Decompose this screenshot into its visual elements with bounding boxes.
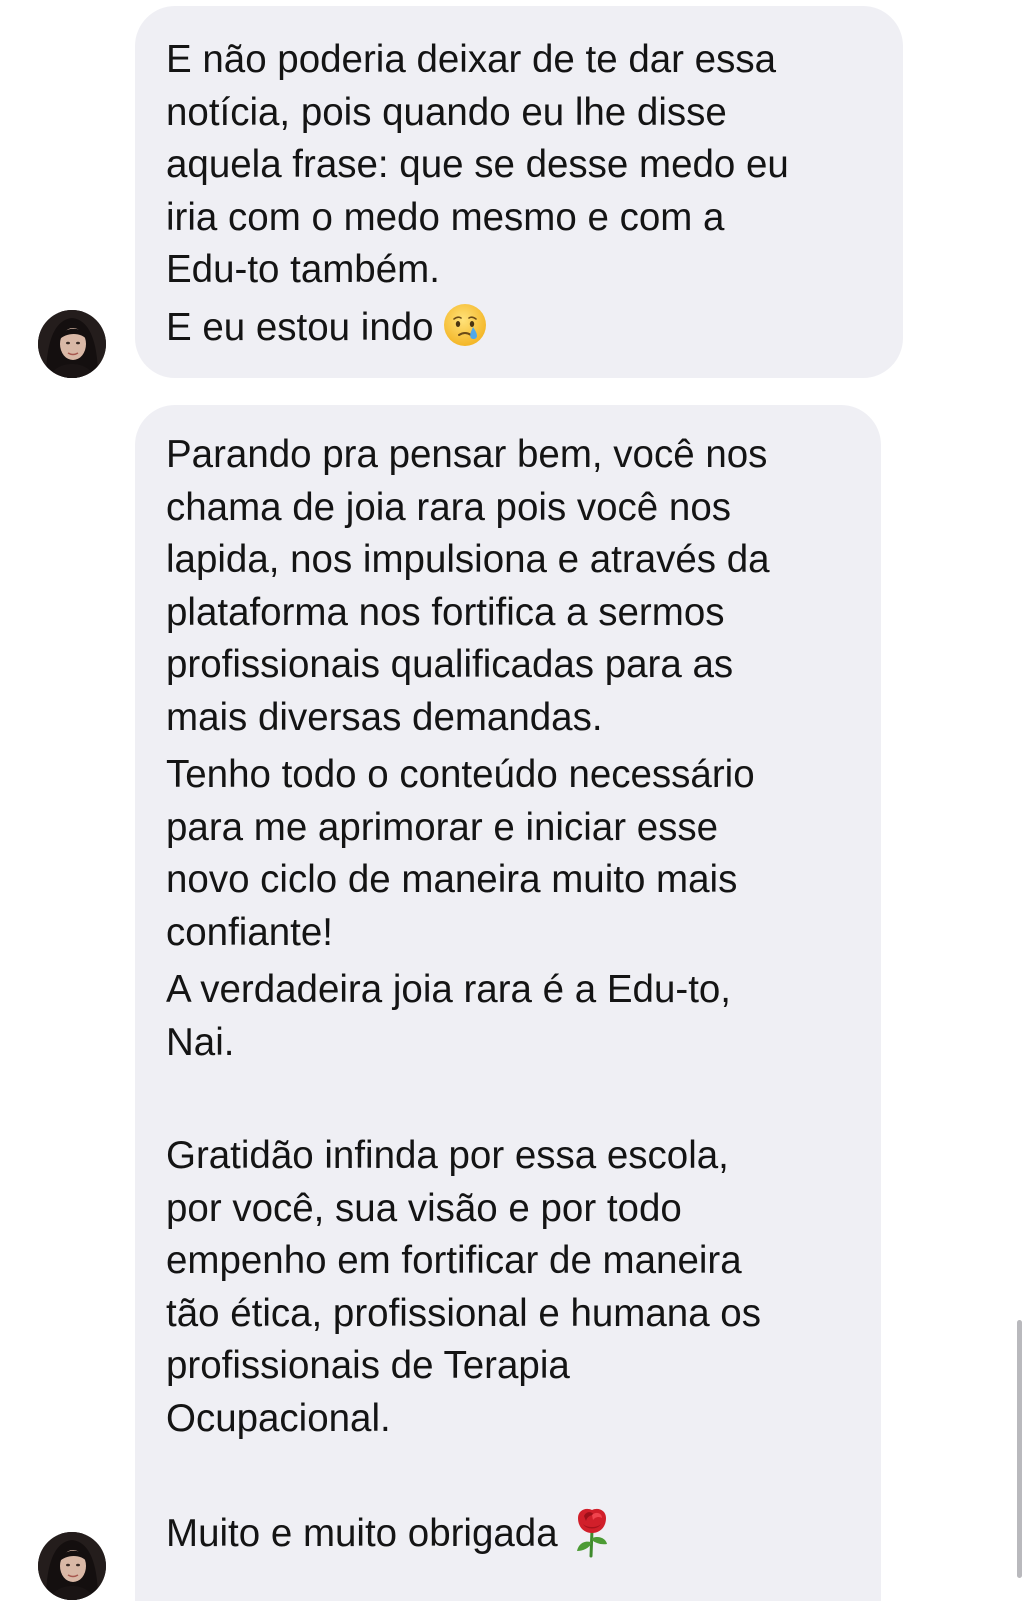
message-text-line: E não poderia deixar de te dar essa (166, 38, 776, 81)
message-text-line: Nai. (166, 1020, 235, 1064)
avatar-photo-icon (38, 1532, 106, 1600)
message-text-line: plataforma nos fortifica a sermos (166, 590, 725, 634)
crying-face-emoji-icon (443, 303, 486, 346)
message-text-line: notícia, pois quando eu lhe disse (166, 90, 727, 134)
message-closing-line: Muito e muito obrigada (166, 1506, 881, 1561)
message-text-line: Muito e muito obrigada (166, 1512, 558, 1555)
message-text-line: iria com o medo mesmo e com a (166, 195, 725, 239)
sender-avatar[interactable] (38, 310, 106, 378)
message-text-line: Ocupacional. (166, 1396, 391, 1440)
avatar-photo-icon (38, 310, 106, 378)
message-text-line: lapida, nos impulsiona e através da (166, 538, 770, 581)
message-text-line: E eu estou indo (166, 305, 434, 349)
message-text-line: profissionais de Terapia (166, 1344, 570, 1387)
message-text-line: A verdadeira joia rara é a Edu-to, (166, 968, 731, 1011)
message-text-line: Edu-to também. (166, 248, 440, 291)
message-text-line: chama de joia rara pois você nos (166, 485, 731, 529)
message-last-line: E eu estou indo (166, 302, 903, 355)
message-text-line: mais diversas demandas. (166, 695, 603, 739)
scrollbar[interactable] (1017, 1320, 1022, 1578)
message-text-line: Tenho todo o conteúdo necessário (166, 753, 755, 796)
rose-emoji-icon (576, 1508, 607, 1558)
message-bubble[interactable]: E não poderia deixar de te dar essa notí… (135, 6, 903, 378)
message-text-line: profissionais qualificadas para as (166, 643, 734, 686)
message-text-line: Gratidão infinda por essa escola, (166, 1134, 729, 1177)
message-text-line: novo ciclo de maneira muito mais (166, 858, 738, 901)
sender-avatar[interactable] (38, 1532, 106, 1600)
message-text-line: tão ética, profissional e humana os (166, 1291, 761, 1335)
message-text-line: confiante! (166, 910, 333, 954)
message-bubble[interactable]: Parando pra pensar bem, você nos chama d… (135, 405, 881, 1601)
message-text-line: aquela frase: que se desse medo eu (166, 143, 789, 186)
message-text-line: para me aprimorar e iniciar esse (166, 805, 719, 849)
message-text-line: Parando pra pensar bem, você nos (166, 433, 768, 476)
message-text-line: empenho em fortificar de maneira (166, 1239, 742, 1282)
message-text-line: por você, sua visão e por todo (166, 1186, 682, 1230)
